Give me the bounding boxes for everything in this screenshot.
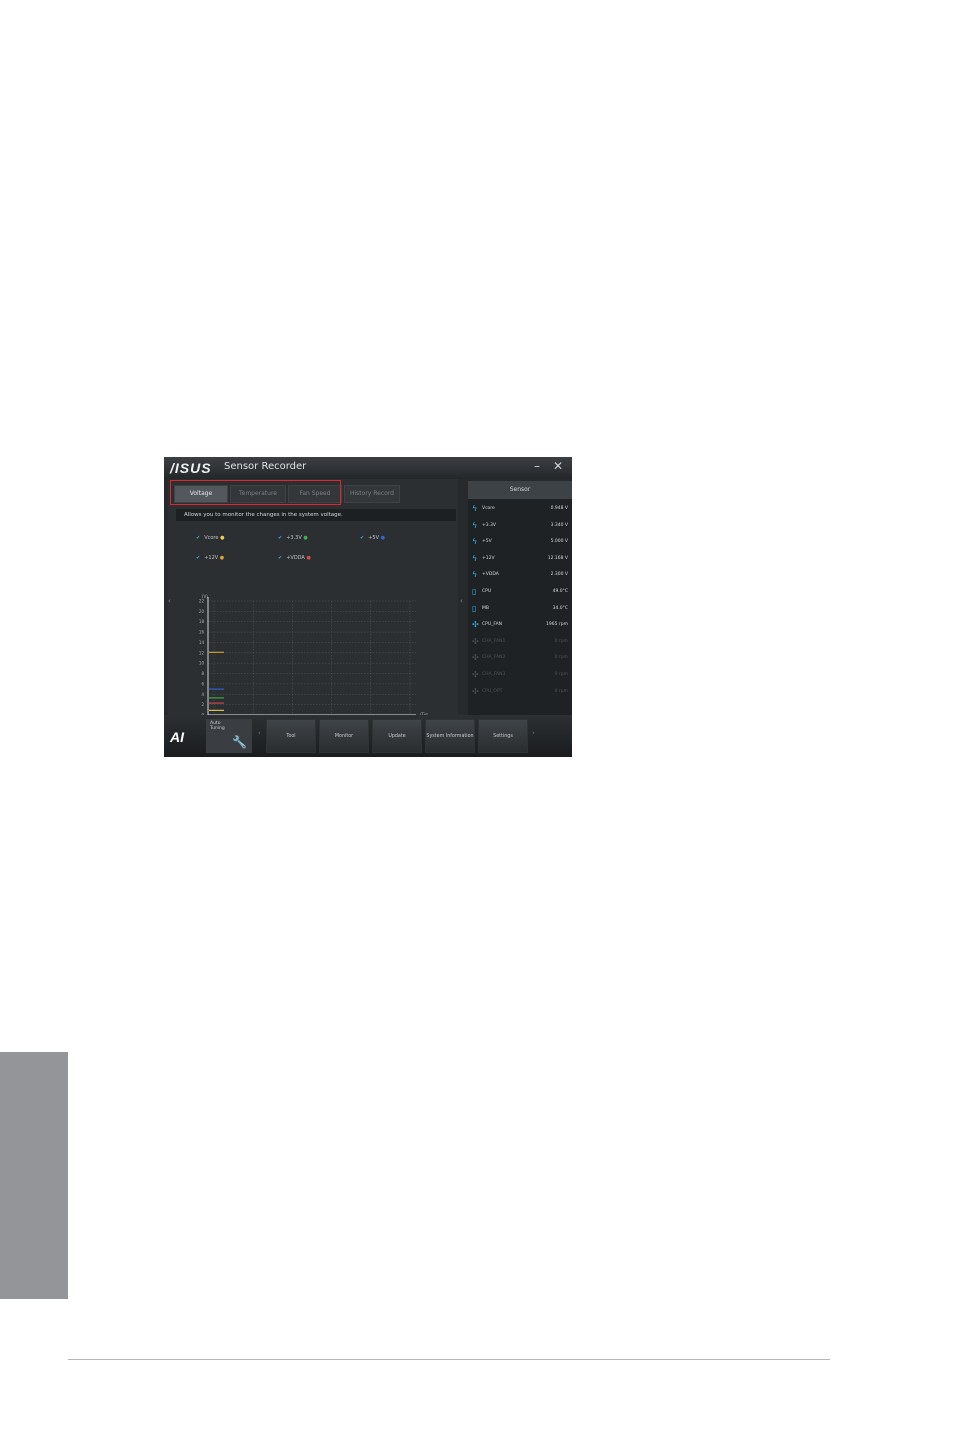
tab-highlight-box	[170, 480, 341, 505]
sensor-row[interactable]: ✣ CHA_FAN3 0 rpm	[472, 669, 570, 681]
scroll-right-icon[interactable]: ›	[532, 729, 535, 737]
fan-icon: ✣	[472, 636, 479, 646]
series-swatch: ●	[219, 555, 225, 561]
series-swatch: ●	[220, 535, 225, 541]
checkbox-icon[interactable]: ✔	[360, 535, 364, 541]
close-button[interactable]: ✕	[553, 459, 563, 473]
sensor-name: CPU	[482, 589, 492, 594]
nav-update[interactable]: Update	[372, 719, 422, 753]
footer-divider	[68, 1359, 830, 1360]
temperature-icon: ▯	[472, 603, 477, 613]
scroll-left-icon[interactable]: ‹	[258, 729, 261, 737]
voltage-icon: ϟ	[472, 570, 478, 580]
minimize-button[interactable]: –	[534, 459, 540, 473]
sensor-value: 0 rpm	[554, 655, 568, 661]
voltage-icon: ϟ	[472, 504, 478, 513]
sensor-row[interactable]: ϟ +12V 12.168 V	[472, 553, 570, 565]
sensor-row[interactable]: ✣ CPU_OPT 0 rpm	[472, 686, 570, 698]
nav-system-information[interactable]: System Information	[425, 719, 475, 753]
sensor-row[interactable]: ✣ CPU_FAN 1965 rpm	[472, 619, 570, 631]
sensor-row[interactable]: ϟ Vcore 0.948 V	[472, 503, 570, 515]
y-axis-label: (V)	[202, 594, 208, 599]
y-tick-label: 16	[199, 630, 205, 635]
tab-history-record[interactable]: History Record	[344, 485, 400, 503]
legend-12v[interactable]: ✔ +12V ●	[196, 555, 224, 561]
sensor-name: +12V	[482, 555, 495, 561]
sensor-name: +5V	[482, 539, 492, 545]
sensor-name: CHA_FAN3	[482, 672, 506, 677]
sensor-name: Vcore	[482, 506, 495, 511]
sensor-header: Sensor	[468, 481, 572, 499]
series-swatch: ●	[306, 555, 311, 561]
bottom-nav-bar: AI Auto Tuning 🔧 ‹ Tool Monitor Update S…	[164, 715, 572, 757]
sensor-row[interactable]: ϟ +3.3V 3.340 V	[472, 520, 570, 532]
series-swatch: ●	[303, 535, 308, 541]
temperature-icon: ▯	[472, 587, 477, 596]
sensor-value: 3.340 V	[550, 522, 568, 528]
sensor-panel: Sensor ϟ Vcore 0.948 V ϟ +3.3V 3.340 V ϟ +5V 5.0…	[468, 481, 572, 715]
sensor-row[interactable]: ▯ MB 34.0°C	[472, 603, 570, 615]
title-bar: /ISUS Sensor Recorder – ✕	[164, 457, 572, 479]
y-tick-label: 22	[199, 599, 205, 604]
sensor-value: 12.168 V	[547, 555, 568, 561]
sensor-row[interactable]: ✣ CHA_FAN1 0 rpm	[472, 636, 570, 648]
sensor-value: 0.948 V	[550, 506, 568, 511]
sensor-name: CHA_FAN2	[482, 655, 506, 661]
sensor-value: 2.300 V	[550, 572, 568, 578]
fan-icon: ✣	[472, 670, 479, 679]
sensor-value: 1965 rpm	[546, 622, 568, 628]
checkbox-icon[interactable]: ✔	[196, 555, 200, 561]
sensor-row[interactable]: ✣ CHA_FAN2 0 rpm	[472, 652, 570, 664]
collapse-right-icon[interactable]: ‹	[460, 597, 463, 605]
sensor-row[interactable]: ϟ +VDDA 2.300 V	[472, 569, 570, 581]
sensor-name: +VDDA	[482, 572, 499, 578]
sensor-name: +3.3V	[482, 522, 497, 528]
legend-3v3[interactable]: ✔ +3.3V ●	[278, 535, 308, 541]
fan-icon: ✣	[472, 620, 479, 630]
sensor-value: 5.000 V	[550, 539, 568, 545]
sensor-row[interactable]: ▯ CPU 49.0°C	[472, 586, 570, 598]
y-tick-label: 12	[199, 650, 205, 655]
voltage-icon: ϟ	[472, 520, 478, 530]
nav-monitor[interactable]: Monitor	[319, 719, 369, 753]
sensor-name: MB	[482, 605, 489, 611]
monitor-pane: Voltage Temperature Fan Speed History Re…	[168, 479, 458, 733]
sensor-name: CPU_FAN	[482, 622, 503, 628]
legend-5v[interactable]: ✔ +5V ●	[360, 535, 385, 541]
nav-settings[interactable]: Settings	[478, 719, 528, 753]
collapse-left-icon[interactable]: ‹	[168, 597, 171, 605]
sensor-value: 0 rpm	[554, 688, 568, 694]
sensor-name: CPU_OPT	[482, 688, 503, 694]
fan-icon: ✣	[472, 653, 479, 663]
asus-logo: /ISUS	[170, 460, 212, 476]
sensor-name: CHA_FAN1	[482, 638, 506, 644]
voltage-chart: 024681012141618202200:00:0000:00:0000:00…	[176, 591, 428, 733]
checkbox-icon[interactable]: ✔	[278, 535, 282, 541]
chapter-side-tab	[0, 1052, 68, 1299]
sensor-value: 34.0°C	[552, 605, 568, 611]
voltage-icon: ϟ	[472, 537, 478, 547]
fan-icon: ✣	[472, 686, 479, 696]
legend-vdda[interactable]: ✔ +VDDA ●	[278, 555, 311, 561]
checkbox-icon[interactable]: ✔	[278, 555, 282, 561]
auto-tuning-button[interactable]: Auto Tuning 🔧	[206, 719, 252, 753]
y-tick-label: 14	[199, 640, 205, 645]
sensor-value: 0 rpm	[554, 638, 568, 644]
sensor-value: 49.0°C	[552, 589, 568, 594]
wrench-icon: 🔧	[232, 735, 247, 749]
y-tick-label: 10	[199, 661, 205, 666]
sensor-value: 0 rpm	[554, 672, 568, 677]
ai-suite-logo: AI	[170, 729, 184, 745]
checkbox-icon[interactable]: ✔	[196, 535, 200, 541]
y-tick-label: 20	[199, 609, 205, 614]
tab-description: Allows you to monitor the changes in the…	[176, 509, 456, 521]
series-swatch: ●	[380, 535, 385, 541]
voltage-icon: ϟ	[472, 553, 478, 563]
y-tick-label: 18	[199, 619, 205, 624]
window-title: Sensor Recorder	[224, 461, 307, 472]
sensor-row[interactable]: ϟ +5V 5.000 V	[472, 536, 570, 548]
nav-tool[interactable]: Tool	[266, 719, 316, 753]
legend-vcore[interactable]: ✔ Vcore ●	[196, 535, 224, 541]
